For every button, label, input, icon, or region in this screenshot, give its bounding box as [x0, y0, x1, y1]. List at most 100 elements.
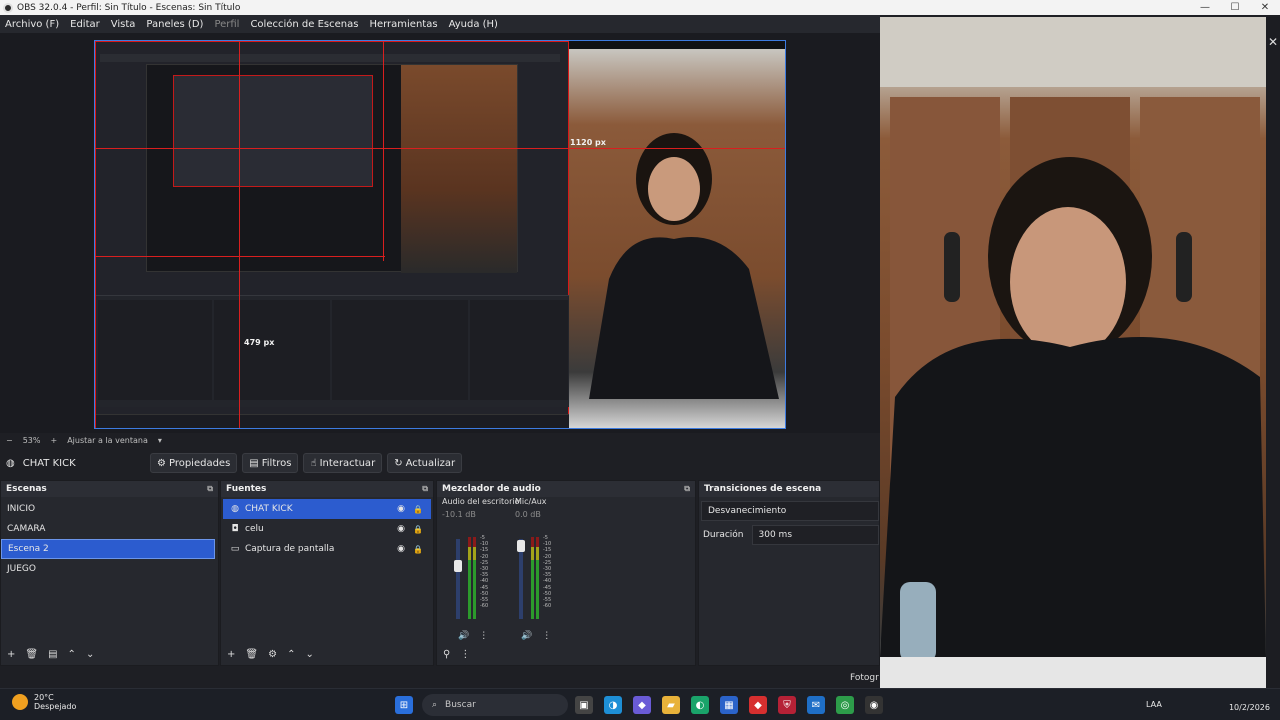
menu-scene-collection[interactable]: Colección de Escenas: [245, 19, 364, 30]
gear-icon: ⚙: [157, 457, 166, 469]
menu-view[interactable]: Vista: [106, 19, 142, 30]
scenes-header: Escenas ⧉: [1, 481, 218, 497]
duration-input[interactable]: 300 ms: [751, 525, 879, 545]
more-options-icon[interactable]: ⋮: [542, 631, 551, 641]
preview-area[interactable]: 479 px 1120 px: [0, 33, 880, 433]
task-view-icon[interactable]: ▣: [575, 696, 593, 714]
add-scene-button[interactable]: +: [7, 649, 15, 660]
level-meter: [468, 537, 471, 619]
mixer-footer: ⚲ ⋮: [437, 643, 695, 665]
nested-taskbar: [96, 414, 570, 428]
app-red-icon[interactable]: ◆: [749, 696, 767, 714]
eye-icon[interactable]: ◉: [397, 524, 405, 534]
source-item-chat-kick[interactable]: ◍ CHAT KICK ◉ 🔒: [223, 499, 431, 519]
link-icon[interactable]: ⚲: [443, 649, 450, 660]
source-name: Captura de pantalla: [245, 544, 335, 554]
scene-item-selected[interactable]: Escena 2: [1, 539, 215, 559]
menu-help[interactable]: Ayuda (H): [444, 19, 504, 30]
speaker-icon[interactable]: 🔊: [458, 631, 469, 641]
move-up-button[interactable]: ⌃: [287, 649, 295, 660]
weather-widget[interactable]: 20°C Despejado: [12, 693, 76, 711]
scene-item[interactable]: CAMARA: [1, 519, 215, 539]
menu-edit[interactable]: Editar: [65, 19, 106, 30]
start-icon[interactable]: ⊞: [395, 696, 413, 714]
zoom-in-button[interactable]: +: [50, 436, 57, 445]
obs-taskbar-icon[interactable]: ◉: [865, 696, 883, 714]
interact-button[interactable]: ☝ Interactuar: [303, 453, 383, 473]
preview-canvas[interactable]: 479 px 1120 px: [94, 40, 786, 429]
sources-title: Fuentes: [226, 484, 267, 494]
fit-window-select[interactable]: Ajustar a la ventana: [67, 436, 148, 445]
filters-button[interactable]: ▤ Filtros: [242, 453, 299, 473]
eye-icon[interactable]: ◉: [397, 544, 405, 554]
menu-docks[interactable]: Paneles (D): [141, 19, 209, 30]
source-item-celu[interactable]: ◘ celu ◉ 🔒: [223, 519, 431, 539]
minimize-button[interactable]: —: [1190, 2, 1220, 13]
copilot-icon[interactable]: ◑: [604, 696, 622, 714]
remove-scene-button[interactable]: 🗑: [25, 649, 38, 660]
interact-label: Interactuar: [319, 457, 376, 469]
shield-icon[interactable]: ⛨: [778, 696, 796, 714]
temperature: 20°C: [34, 693, 54, 702]
transitions-header: Transiciones de escena: [699, 481, 879, 497]
filters-label: Filtros: [261, 457, 292, 469]
move-up-button[interactable]: ⌃: [68, 649, 76, 660]
chrome-icon[interactable]: ◎: [836, 696, 854, 714]
refresh-button[interactable]: ↻ Actualizar: [387, 453, 463, 473]
fader-knob[interactable]: [517, 540, 525, 553]
status-bar: [0, 666, 880, 688]
scene-item[interactable]: INICIO: [1, 499, 215, 519]
lock-icon[interactable]: 🔒: [413, 545, 423, 554]
sources-footer: + 🗑 ⚙ ⌃ ⌄: [221, 643, 433, 665]
refresh-icon: ↻: [394, 457, 403, 469]
close-icon[interactable]: ✕: [1266, 35, 1280, 49]
properties-button[interactable]: ⚙ Propiedades: [150, 453, 238, 473]
scene-item[interactable]: JUEGO: [1, 559, 215, 579]
folder-icon[interactable]: ▰: [662, 696, 680, 714]
language-indicator[interactable]: LAA: [1146, 700, 1162, 709]
menu-file[interactable]: Archivo (F): [0, 19, 65, 30]
fader-knob[interactable]: [454, 559, 462, 572]
undock-icon[interactable]: ⧉: [207, 484, 213, 494]
scenes-footer: + 🗑 ▤ ⌃ ⌄: [1, 643, 218, 665]
more-options-icon[interactable]: ⋮: [479, 631, 488, 641]
store-icon[interactable]: ▦: [720, 696, 738, 714]
search-input[interactable]: ⌕ Buscar: [422, 694, 568, 716]
lock-icon[interactable]: 🔒: [413, 505, 423, 514]
chevron-down-icon[interactable]: ▾: [158, 436, 162, 445]
height-px-label: 479 px: [244, 338, 275, 347]
menu-tools[interactable]: Herramientas: [364, 19, 443, 30]
close-window-button[interactable]: ✕: [1250, 2, 1280, 13]
webcam-source[interactable]: [569, 49, 785, 428]
guide-line-v: [239, 41, 240, 428]
transition-type-select[interactable]: Desvanecimiento: [701, 501, 879, 521]
undock-icon[interactable]: ⧉: [422, 484, 428, 494]
add-source-button[interactable]: +: [227, 649, 235, 660]
source-properties-button[interactable]: ⚙: [268, 649, 277, 660]
scene-filters-button[interactable]: ▤: [48, 649, 57, 660]
lock-icon[interactable]: 🔒: [413, 525, 423, 534]
zoom-out-button[interactable]: −: [6, 436, 13, 445]
edge-icon[interactable]: ◐: [691, 696, 709, 714]
move-down-button[interactable]: ⌄: [86, 649, 94, 660]
ai-app-icon[interactable]: ◆: [633, 696, 651, 714]
remove-source-button[interactable]: 🗑: [245, 649, 258, 660]
scenes-dock: Escenas ⧉ INICIO CAMARA Escena 2 JUEGO +…: [0, 480, 219, 666]
speaker-icon[interactable]: 🔊: [521, 631, 532, 641]
source-name: celu: [245, 524, 264, 534]
volume-fader[interactable]: [456, 539, 460, 619]
nested-transitions-dock: [470, 300, 568, 400]
system-clock[interactable]: 10/2/2026: [1229, 693, 1270, 712]
undock-icon[interactable]: ⧉: [684, 484, 690, 494]
eye-icon[interactable]: ◉: [397, 504, 405, 514]
outlook-icon[interactable]: ✉: [807, 696, 825, 714]
nested-scenes-dock: [98, 300, 212, 400]
mixer-menu-icon[interactable]: ⋮: [460, 649, 470, 660]
move-down-button[interactable]: ⌄: [305, 649, 313, 660]
mixer-header: Mezclador de audio ⧉: [437, 481, 695, 497]
source-item-screen-capture[interactable]: ▭ Captura de pantalla ◉ 🔒: [223, 539, 431, 559]
screen-capture-source[interactable]: 479 px: [95, 41, 570, 428]
duration-label: Duración: [703, 530, 744, 540]
menu-bar: Archivo (F) Editar Vista Paneles (D) Per…: [0, 15, 880, 33]
maximize-button[interactable]: ☐: [1220, 2, 1250, 13]
